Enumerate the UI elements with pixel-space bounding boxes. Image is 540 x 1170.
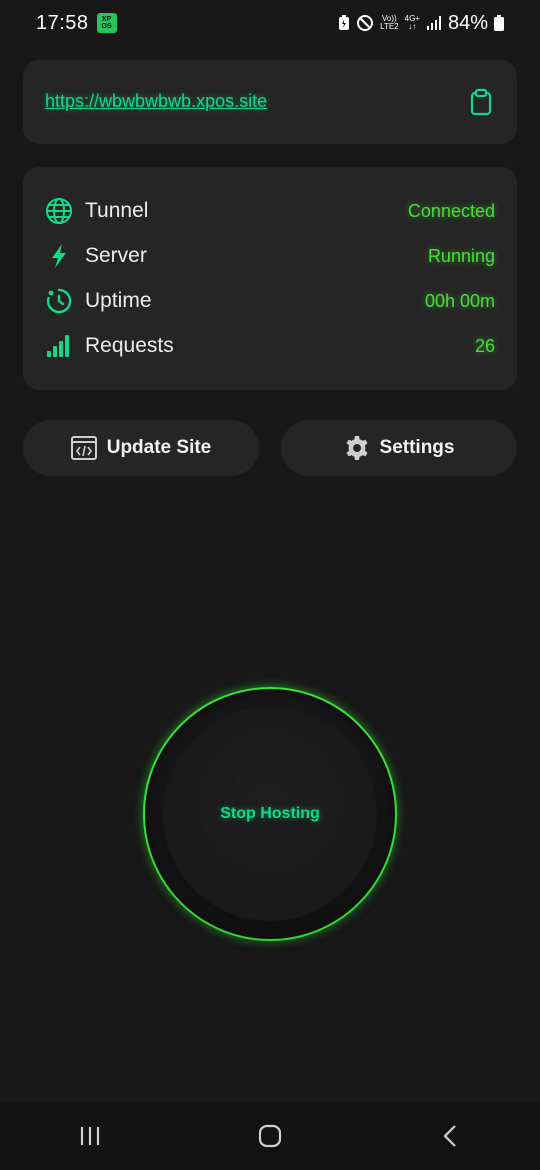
clipboard-icon[interactable] [469,88,493,116]
stat-label-tunnel: Tunnel [85,199,149,222]
network-activity: ↓↑ [408,22,417,31]
update-site-button[interactable]: Update Site [23,420,259,476]
code-window-icon [70,435,97,461]
globe-icon [45,197,73,225]
do-not-disturb-icon [356,14,374,32]
signal-bars-icon [45,332,73,360]
stop-hosting-label: Stop Hosting [220,805,320,822]
volte-indicator: Vo)) LTE2 [380,15,399,31]
stat-row-uptime: Uptime 00h 00m [45,286,495,316]
stat-label-requests: Requests [85,334,174,357]
update-site-label: Update Site [106,437,212,458]
settings-button[interactable]: Settings [281,420,517,476]
status-bar: 17:58 XP OS Vo)) LTE2 4G+ ↓↑ 84% [0,0,540,46]
stat-value-server: Running [427,245,495,266]
stat-value-uptime: 00h 00m [424,290,495,311]
stat-label-server: Server [85,244,147,267]
bolt-icon [45,242,73,270]
network-indicator: 4G+ ↓↑ [405,15,420,31]
system-nav-bar [0,1102,540,1170]
site-url-link[interactable]: https://wbwbwbwb.xpos.site [45,91,267,112]
signal-icon [426,15,442,31]
status-card: Tunnel Connected Server Running Uptime 0… [23,167,517,390]
back-icon[interactable] [420,1106,480,1166]
battery-percent: 84% [447,11,488,34]
volte-bottom: LTE2 [380,22,399,31]
gear-icon [344,435,370,461]
home-icon[interactable] [240,1106,300,1166]
battery-saver-icon [338,15,350,31]
stat-row-server: Server Running [45,241,495,271]
stat-row-tunnel: Tunnel Connected [45,196,495,226]
site-url-card: https://wbwbwbwb.xpos.site [23,60,517,144]
stat-label-uptime: Uptime [85,289,152,312]
stop-hosting-button[interactable]: Stop Hosting [143,687,397,941]
battery-icon [494,15,504,31]
stat-row-requests: Requests 26 [45,331,495,361]
stat-value-tunnel: Connected [407,200,495,221]
app-badge-icon: XP OS [96,13,117,33]
stat-value-requests: 26 [474,335,495,356]
recent-apps-icon[interactable] [60,1106,120,1166]
settings-label: Settings [379,437,455,458]
status-time: 17:58 [36,11,89,34]
timer-icon [45,287,73,315]
